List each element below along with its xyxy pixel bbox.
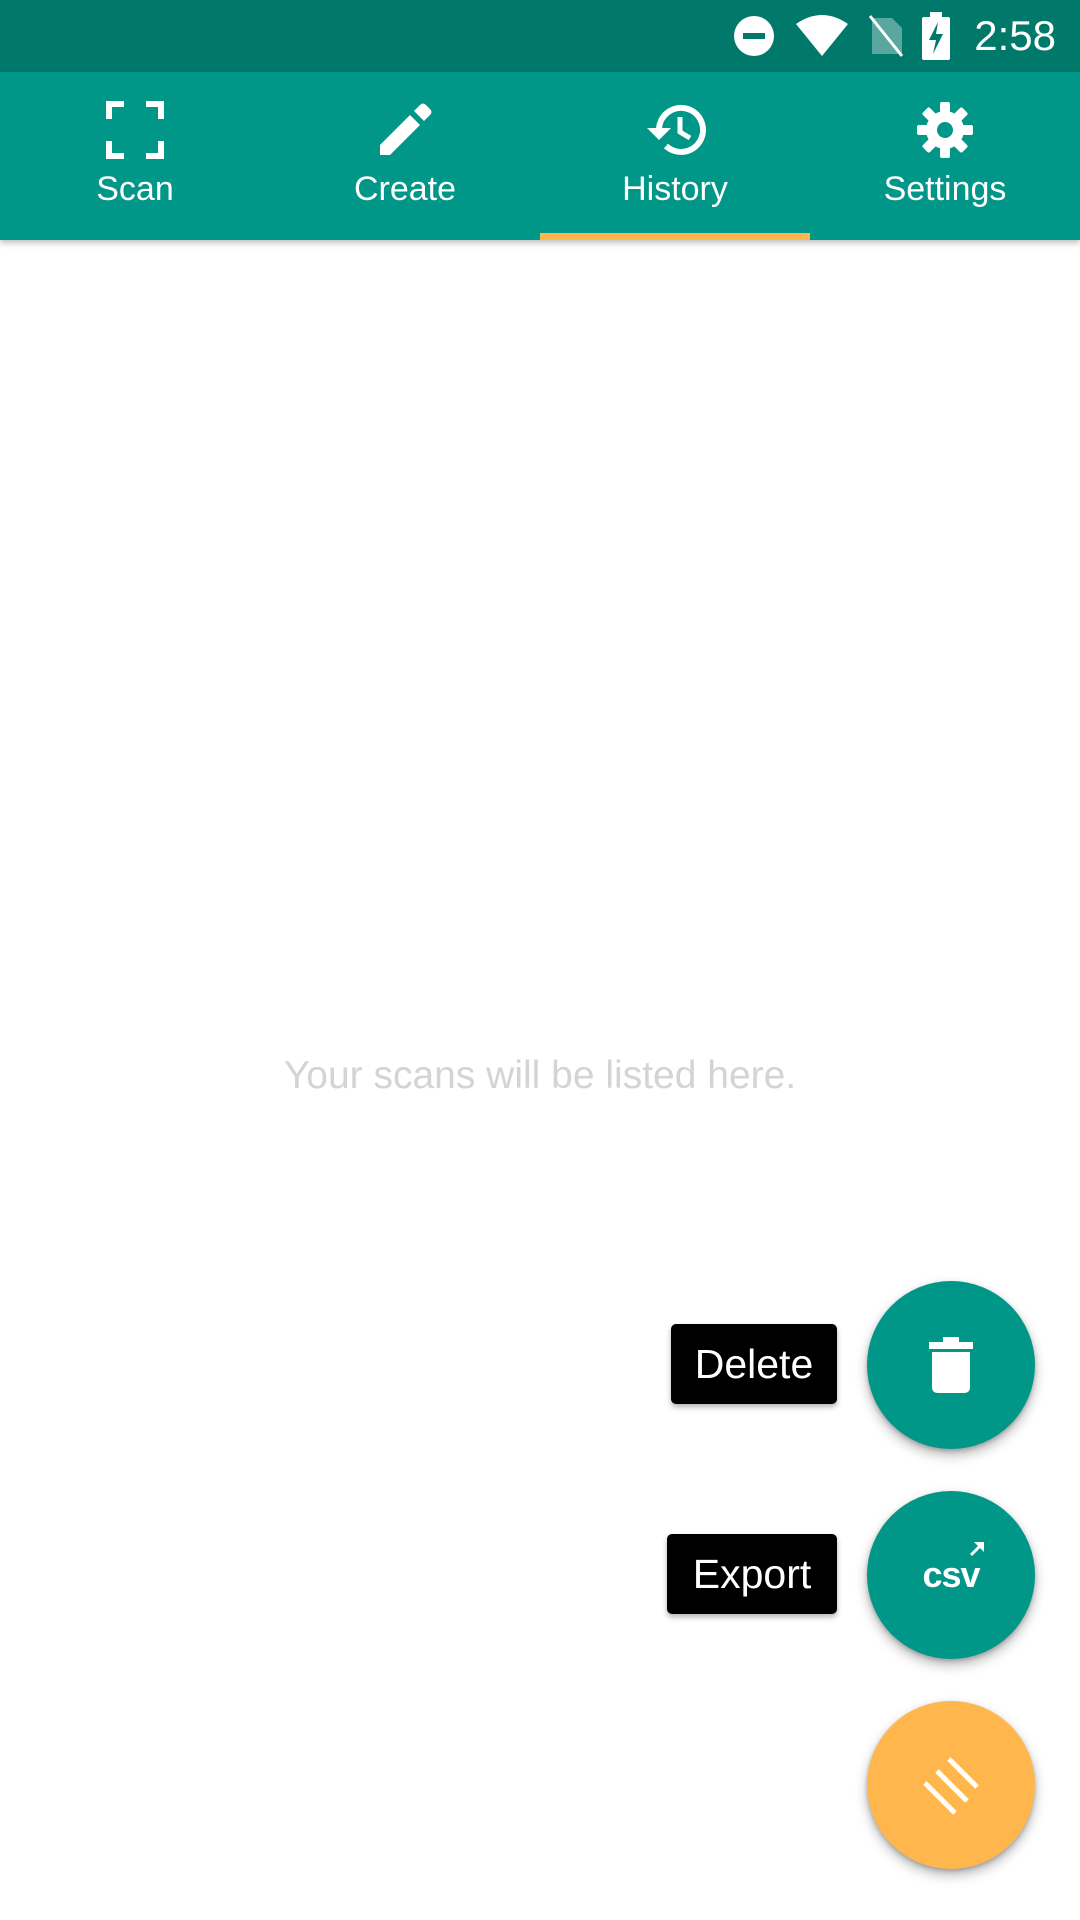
tab-history[interactable]: History xyxy=(540,72,810,240)
delete-label[interactable]: Delete xyxy=(671,1324,837,1404)
arrow-up-right-icon xyxy=(969,1542,984,1557)
tab-label: Settings xyxy=(883,170,1007,208)
csv-export-icon: csv xyxy=(922,1542,984,1596)
status-bar: 2:58 xyxy=(0,0,1080,72)
pencil-icon xyxy=(373,98,437,162)
status-time: 2:58 xyxy=(974,12,1056,59)
tab-label: Create xyxy=(353,170,457,208)
scan-frame-icon xyxy=(103,98,167,162)
csv-icon-text: csv xyxy=(922,1554,980,1595)
fab-menu-toggle-button[interactable] xyxy=(867,1701,1035,1869)
do-not-disturb-icon xyxy=(734,16,775,56)
tab-label: Scan xyxy=(96,170,174,208)
menu-lines-icon xyxy=(923,1757,979,1815)
tab-scan[interactable]: Scan xyxy=(0,72,270,240)
gear-icon xyxy=(913,98,977,162)
trash-icon xyxy=(929,1337,973,1393)
tab-settings[interactable]: Settings xyxy=(810,72,1080,240)
tab-create[interactable]: Create xyxy=(270,72,540,240)
empty-history-message: Your scans will be listed here. xyxy=(283,1054,797,1097)
tab-bar: Scan Create History Settings xyxy=(0,72,1080,240)
tab-label: History xyxy=(622,170,728,208)
export-csv-button[interactable]: csv xyxy=(867,1491,1035,1659)
delete-button[interactable] xyxy=(867,1281,1035,1449)
selected-tab-indicator xyxy=(540,233,810,240)
battery-charging-icon xyxy=(922,12,951,60)
wifi-icon xyxy=(796,15,849,56)
history-icon xyxy=(643,98,707,162)
no-sim-icon xyxy=(869,15,904,57)
export-label[interactable]: Export xyxy=(667,1534,837,1614)
status-icons: 2:58 xyxy=(732,0,1056,72)
